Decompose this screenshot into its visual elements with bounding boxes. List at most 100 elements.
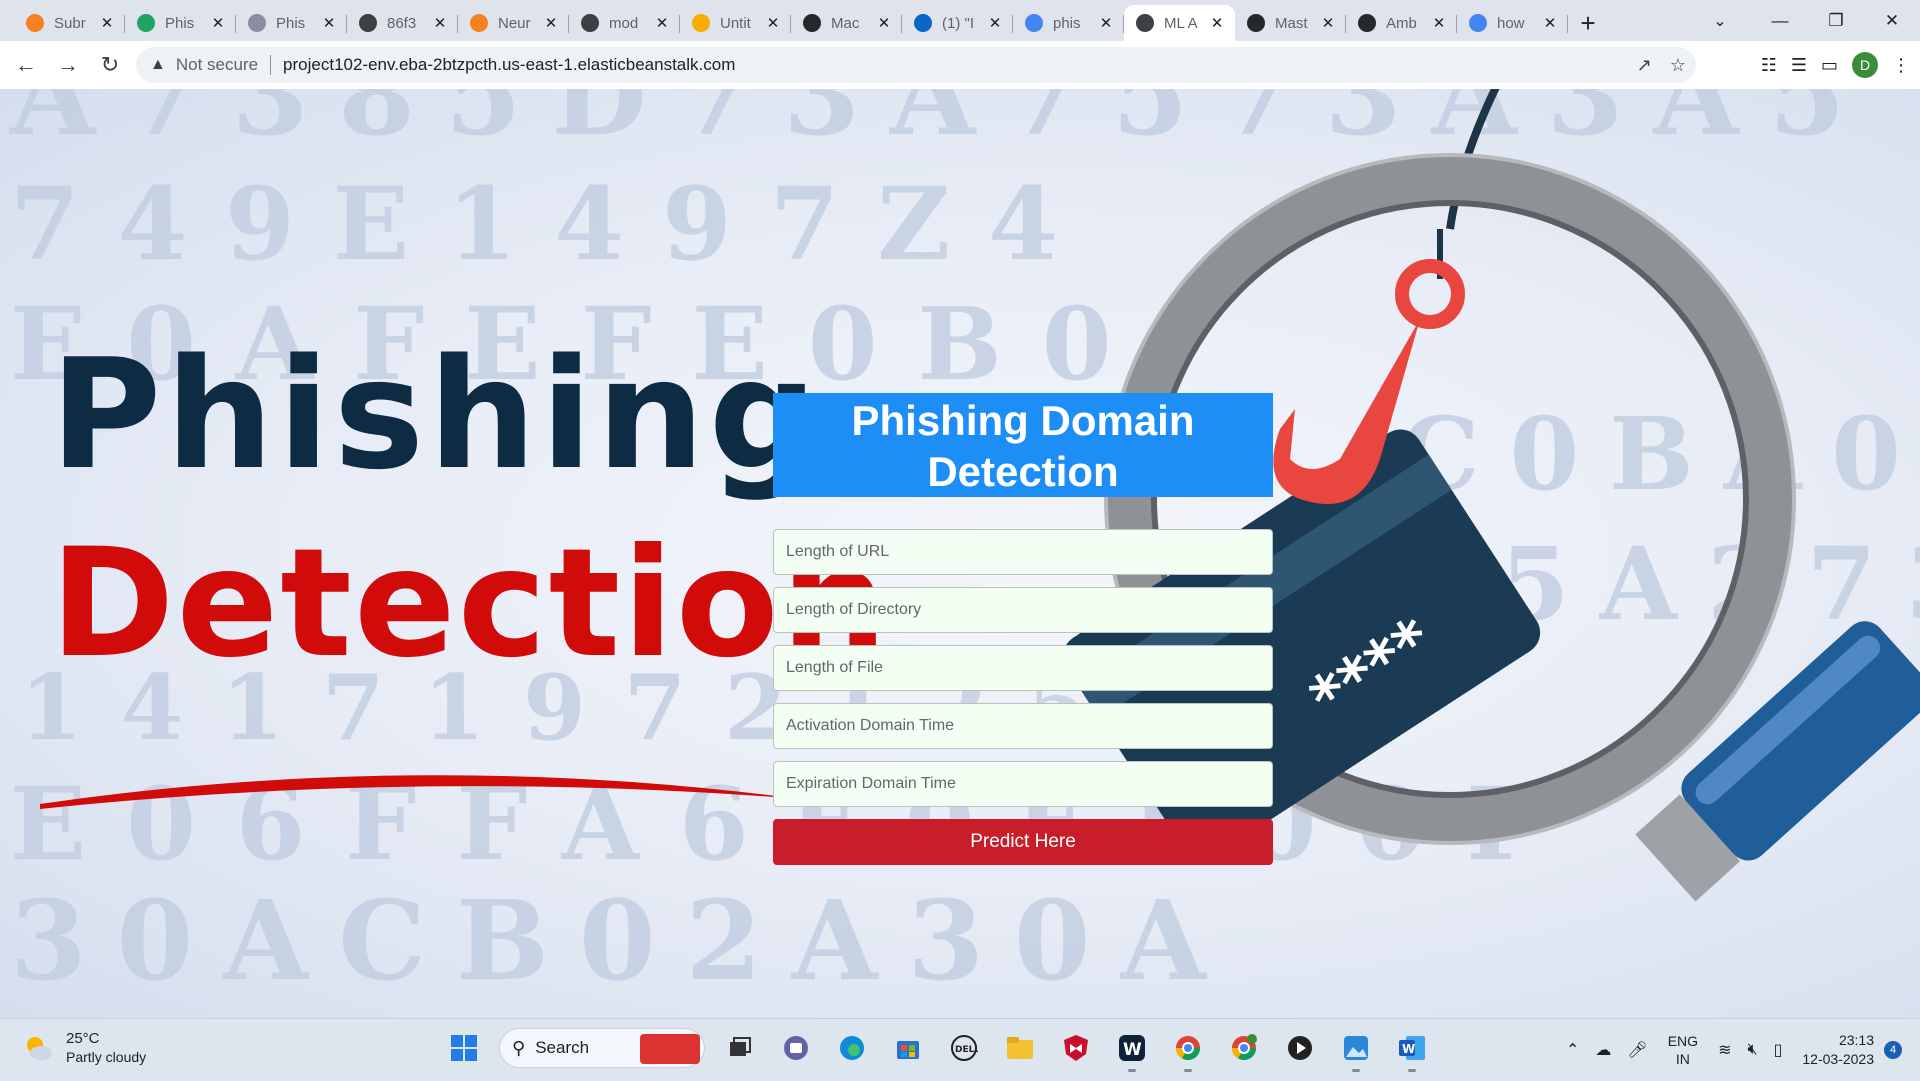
tab-label: mod [609,14,639,32]
chrome-profile-icon[interactable] [1223,1027,1265,1069]
svg-text:W: W [1402,1042,1415,1056]
browser-tab[interactable]: phis ✕ [1013,5,1124,41]
browser-tab[interactable]: mod ✕ [569,5,680,41]
address-bar[interactable]: ▲ Not secure project102-env.eba-2btzpcth… [136,47,1696,83]
language-line-1: ENG [1667,1033,1699,1049]
tab-close-icon[interactable]: ✕ [1320,14,1336,32]
tab-label: Amb [1386,14,1417,32]
side-panel-icon[interactable]: ▭ [1821,55,1838,76]
system-clock[interactable]: 23:13 12-03-2023 [1802,1031,1874,1069]
tab-close-icon[interactable]: ✕ [321,14,337,32]
tab-close-icon[interactable]: ✕ [432,14,448,32]
show-hidden-icons-chevron-icon[interactable]: ⌃ [1566,1040,1579,1060]
browser-tab-active[interactable]: ML A ✕ [1124,5,1235,41]
tab-close-icon[interactable]: ✕ [210,14,226,32]
app-w-icon[interactable]: W [1111,1027,1153,1072]
speaker-muted-icon[interactable]: 🔇︎ [1747,1041,1757,1059]
media-queue-icon[interactable]: ☰ [1791,55,1807,76]
search-icon: ⚲ [512,1037,526,1058]
browser-tab[interactable]: Subr ✕ [14,5,125,41]
back-button[interactable]: ← [6,45,46,85]
red-swoosh-decoration [40,775,800,809]
wifi-icon[interactable]: ≋ [1718,1040,1731,1060]
tab-close-icon[interactable]: ✕ [1542,14,1558,32]
reload-button[interactable]: ↻ [90,45,130,85]
globe-icon [359,14,377,32]
tab-label: Phis [165,14,195,32]
tab-label: Neur [498,14,531,32]
google-icon [1469,14,1487,32]
browser-tab[interactable]: (1) "I ✕ [902,5,1013,41]
security-label[interactable]: Not secure [176,55,258,75]
tab-close-icon[interactable]: ✕ [543,14,559,32]
profile-avatar[interactable]: D [1852,52,1878,78]
tab-close-icon[interactable]: ✕ [99,14,115,32]
length-of-file-input[interactable] [773,645,1273,691]
edge-browser-icon[interactable] [831,1027,873,1069]
tab-close-icon[interactable]: ✕ [876,14,892,32]
file-explorer-icon[interactable] [999,1027,1041,1069]
browser-tab[interactable]: Amb ✕ [1346,5,1457,41]
clock-date: 12-03-2023 [1802,1051,1874,1067]
github-icon [1358,14,1376,32]
share-icon[interactable]: ↗ [1637,55,1652,76]
length-of-directory-input[interactable] [773,587,1273,633]
microsoft-store-icon[interactable] [887,1027,929,1069]
predict-button[interactable]: Predict Here [773,819,1273,865]
forward-button[interactable]: → [48,45,88,85]
language-indicator[interactable]: ENG IN [1668,1032,1698,1068]
restore-button[interactable]: ❐ [1808,0,1864,41]
google-drive-icon [137,14,155,32]
media-player-icon[interactable] [1279,1027,1321,1069]
mcafee-icon[interactable] [1055,1027,1097,1069]
tab-close-icon[interactable]: ✕ [654,14,670,32]
browser-tab[interactable]: Mac ✕ [791,5,902,41]
taskbar-search[interactable]: ⚲ Search [499,1028,705,1068]
tab-search-chevron-icon[interactable]: ⌄ [1700,0,1740,41]
expiration-domain-time-input[interactable] [773,761,1273,807]
system-tray: ⌃ ☁ 🎤︎ ENG IN ≋ 🔇︎ ▯ 23:13 12-03-2023 4 [1558,1019,1920,1081]
browser-tab[interactable]: how ✕ [1457,5,1568,41]
tab-close-icon[interactable]: ✕ [1209,14,1225,32]
tab-close-icon[interactable]: ✕ [765,14,781,32]
windows-start-icon[interactable] [443,1027,485,1069]
browser-tab[interactable]: Mast ✕ [1235,5,1346,41]
tab-close-icon[interactable]: ✕ [1431,14,1447,32]
weather-widget[interactable]: 25°C Partly cloudy [22,1029,146,1067]
tab-strip: Subr ✕ Phis ✕ Phis ✕ 86f3 ✕ Neur ✕ mod ✕ Untit ✕ Mac ✕(… [0,0,1920,41]
browser-tab[interactable]: Untit ✕ [680,5,791,41]
microphone-icon[interactable]: 🎤︎ [1627,1040,1647,1060]
url-text[interactable]: project102-env.eba-2btzpcth.us-east-1.el… [283,55,735,75]
search-highlight-icon [640,1034,700,1064]
omnibox-divider [270,55,272,75]
tab-close-icon[interactable]: ✕ [1098,14,1114,32]
close-window-button[interactable]: ✕ [1864,0,1920,41]
minimize-button[interactable]: — [1752,0,1808,41]
word-icon[interactable]: W [1391,1027,1433,1072]
clock-time: 23:13 [1838,1032,1874,1048]
browser-tab[interactable]: Neur ✕ [458,5,569,41]
battery-icon[interactable]: ▯ [1774,1040,1783,1060]
tab-label: Untit [720,14,751,32]
warning-icon[interactable]: ▲ [150,56,166,74]
onedrive-cloud-icon[interactable]: ☁ [1595,1040,1611,1060]
globe-icon [1136,14,1154,32]
menu-kebab-icon[interactable]: ⋮ [1892,55,1910,76]
new-tab-button[interactable]: + [1568,5,1608,41]
chain-icon [248,14,266,32]
length-of-url-input[interactable] [773,529,1273,575]
browser-tab[interactable]: Phis ✕ [125,5,236,41]
bookmark-star-icon[interactable]: ☆ [1670,55,1686,76]
dell-icon[interactable]: DELL [943,1027,985,1069]
extensions-puzzle-icon[interactable]: ☷ [1761,55,1777,76]
browser-tab[interactable]: 86f3 ✕ [347,5,458,41]
teams-chat-icon[interactable] [775,1027,817,1069]
activation-domain-time-input[interactable] [773,703,1273,749]
browser-tab[interactable]: Phis ✕ [236,5,347,41]
tab-close-icon[interactable]: ✕ [987,14,1003,32]
photos-icon[interactable] [1335,1027,1377,1072]
chrome-icon[interactable] [1167,1027,1209,1072]
tab-list: Subr ✕ Phis ✕ Phis ✕ 86f3 ✕ Neur ✕ mod ✕ Untit ✕ Mac ✕(… [0,0,1608,41]
notification-badge[interactable]: 4 [1884,1041,1902,1059]
task-view-icon[interactable] [719,1027,761,1069]
